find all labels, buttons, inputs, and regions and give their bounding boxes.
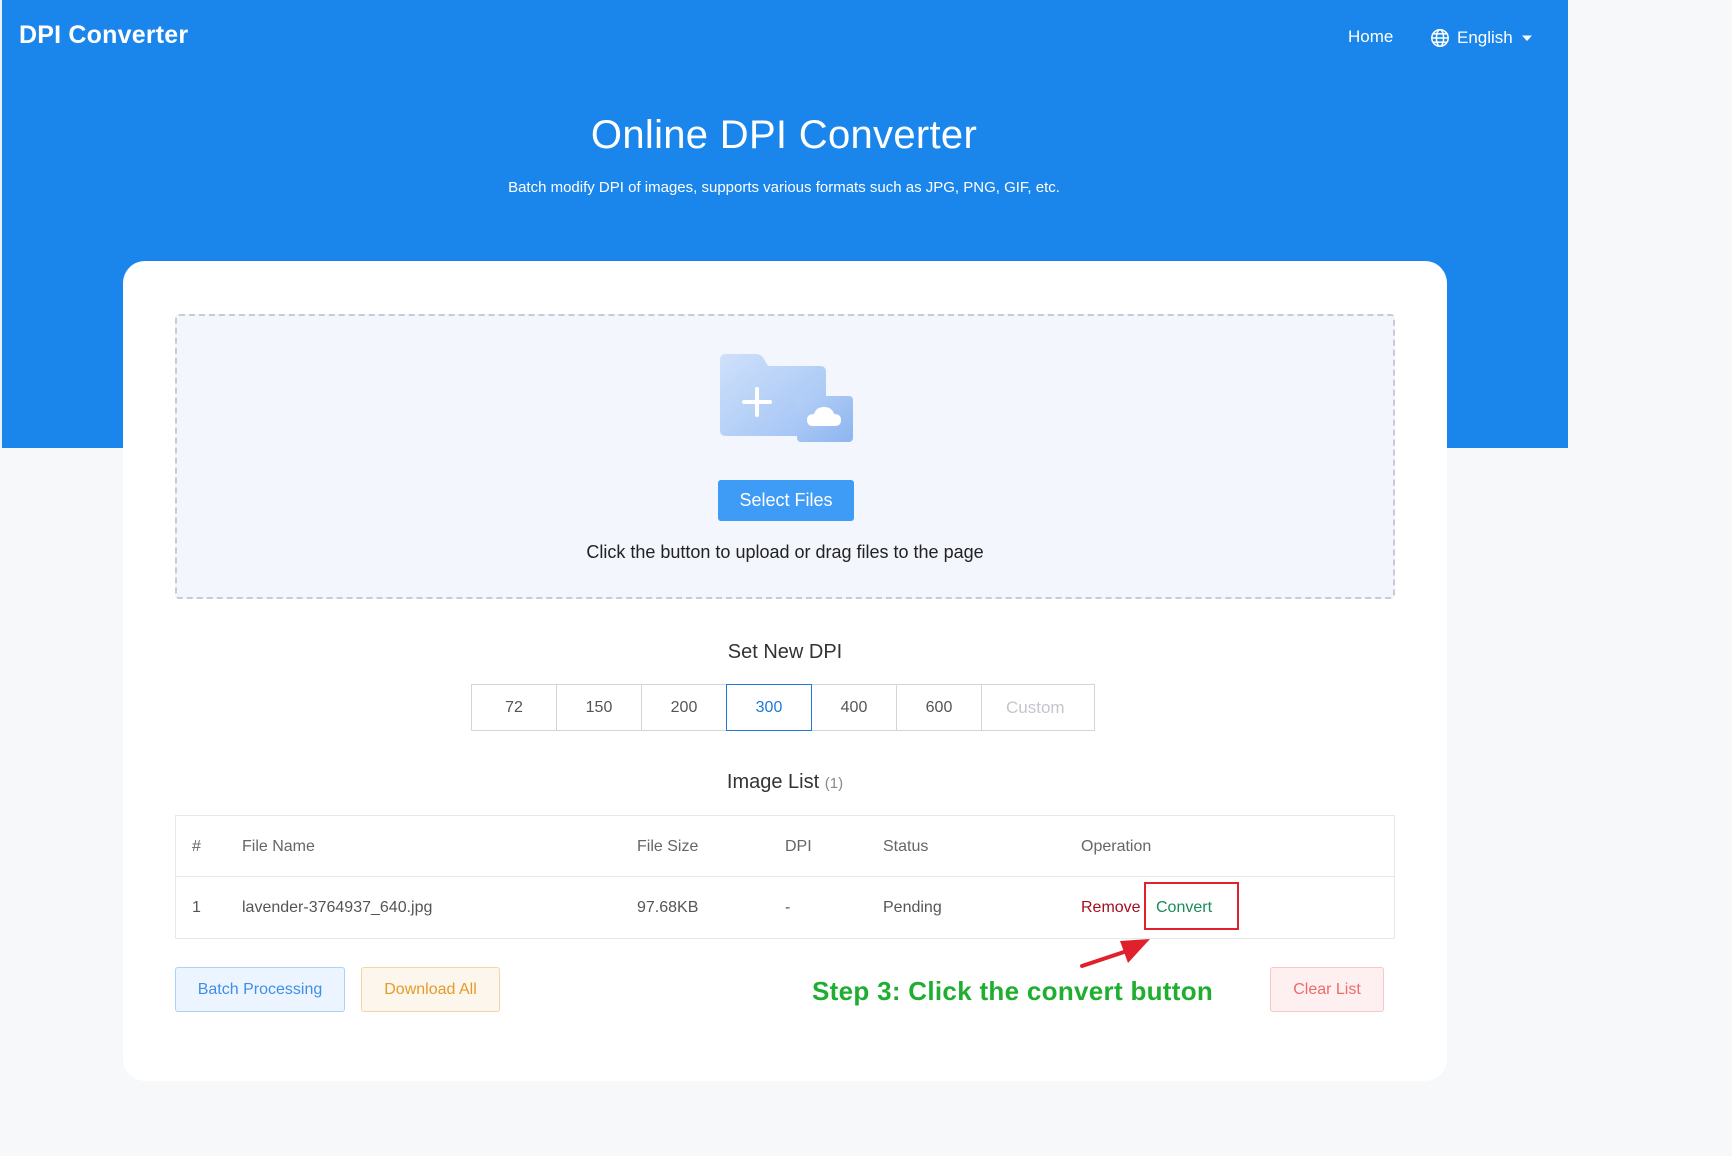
main-card: Select Files Click the button to upload … bbox=[123, 261, 1447, 1081]
clear-list-button[interactable]: Clear List bbox=[1270, 967, 1384, 1012]
page-title: Online DPI Converter bbox=[590, 113, 978, 157]
col-file-size: File Size bbox=[637, 838, 699, 855]
dpi-option-300[interactable]: 300 bbox=[726, 684, 812, 731]
table-header: # File Name File Size DPI Status Operati… bbox=[176, 816, 1394, 877]
language-selector[interactable]: English bbox=[1430, 26, 1534, 50]
convert-highlight-box bbox=[1144, 882, 1239, 930]
select-files-button[interactable]: Select Files bbox=[718, 480, 854, 521]
image-list-title: Image List (1) bbox=[123, 771, 1447, 794]
language-label: English bbox=[1457, 28, 1513, 47]
image-list-label: Image List bbox=[726, 771, 820, 793]
globe-icon bbox=[1430, 28, 1450, 48]
dpi-option-150[interactable]: 150 bbox=[556, 684, 642, 731]
step-annotation: Step 3: Click the convert button bbox=[812, 976, 1214, 1006]
folder-upload-icon bbox=[718, 354, 858, 450]
upload-hint: Click the button to upload or drag files… bbox=[586, 542, 984, 562]
row-status: Pending bbox=[883, 899, 942, 916]
dpi-option-72[interactable]: 72 bbox=[471, 684, 557, 731]
dpi-section-title: Set New DPI bbox=[727, 641, 843, 663]
remove-button[interactable]: Remove bbox=[1081, 877, 1141, 938]
dpi-option-200[interactable]: 200 bbox=[641, 684, 727, 731]
row-file-size: 97.68KB bbox=[637, 899, 699, 916]
row-dpi: - bbox=[785, 899, 791, 916]
upload-dropzone[interactable]: Select Files Click the button to upload … bbox=[175, 314, 1395, 599]
dpi-option-group: 72 150 200 300 400 600 bbox=[471, 684, 1095, 731]
download-all-button[interactable]: Download All bbox=[361, 967, 500, 1012]
row-number: 1 bbox=[192, 899, 201, 916]
page-subtitle: Batch modify DPI of images, supports var… bbox=[508, 179, 1060, 196]
caret-down-icon bbox=[1520, 31, 1534, 45]
nav-home-link[interactable]: Home bbox=[1348, 27, 1393, 47]
dpi-custom-input[interactable] bbox=[981, 684, 1095, 731]
dpi-option-400[interactable]: 400 bbox=[811, 684, 897, 731]
col-operation: Operation bbox=[1081, 838, 1152, 855]
batch-processing-button[interactable]: Batch Processing bbox=[175, 967, 345, 1012]
dpi-option-600[interactable]: 600 bbox=[896, 684, 982, 731]
col-dpi: DPI bbox=[785, 838, 812, 855]
image-list-count: (1) bbox=[824, 775, 844, 792]
hero-edge bbox=[0, 0, 2, 448]
brand-logo[interactable]: DPI Converter bbox=[19, 21, 188, 50]
col-number: # bbox=[192, 838, 201, 855]
col-status: Status bbox=[883, 838, 929, 855]
col-file-name: File Name bbox=[242, 838, 315, 855]
red-arrow-icon bbox=[1080, 935, 1152, 969]
row-file-name: lavender-3764937_640.jpg bbox=[242, 899, 433, 916]
